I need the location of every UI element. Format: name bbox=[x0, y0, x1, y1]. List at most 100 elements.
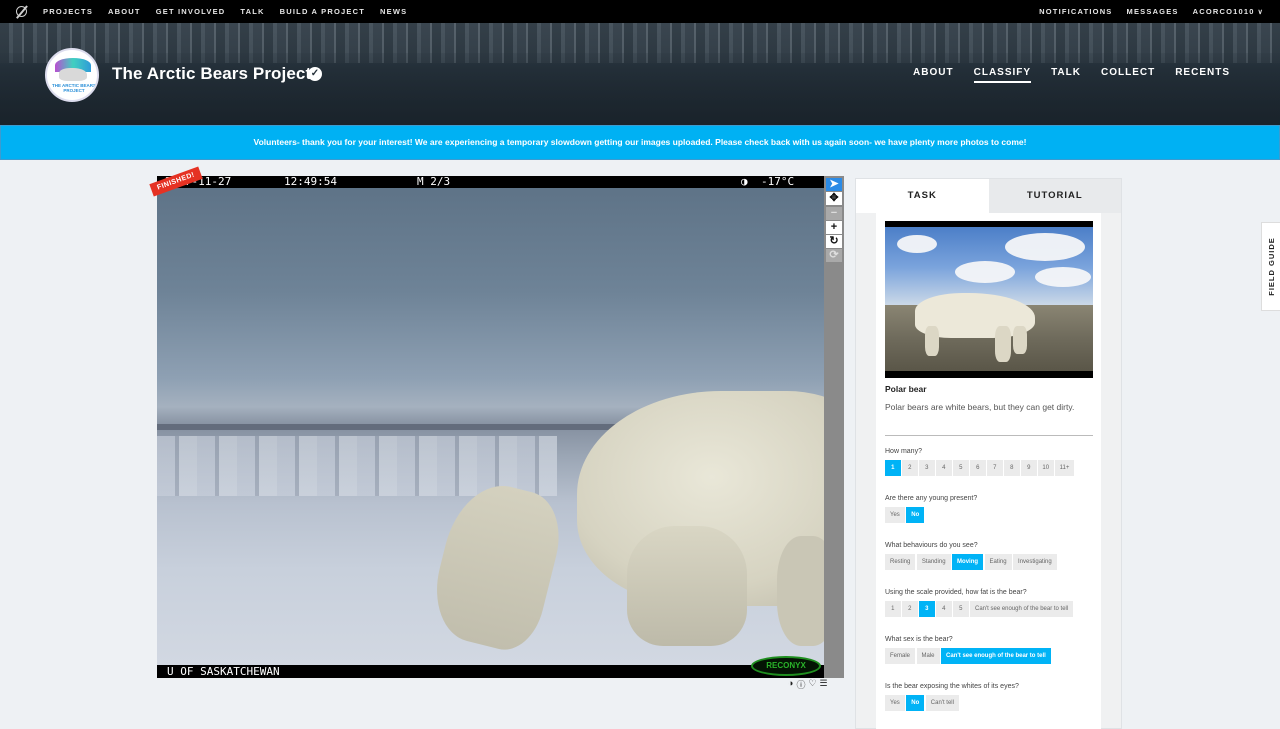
subject-viewer[interactable]: 2017-11-27 12:49:54 M 2/3 ◑ -17°C U OF S… bbox=[157, 176, 824, 678]
answer-button[interactable]: Investigating bbox=[1013, 554, 1057, 570]
answer-button[interactable]: 6 bbox=[970, 460, 986, 476]
zoom-in-icon[interactable]: + bbox=[826, 221, 842, 234]
answer-button[interactable]: Standing bbox=[916, 554, 951, 570]
subject-image bbox=[157, 186, 824, 666]
project-nav-about[interactable]: ABOUT bbox=[913, 67, 954, 83]
tab-task[interactable]: TASK bbox=[856, 179, 989, 213]
answer-button[interactable]: 7 bbox=[987, 460, 1003, 476]
answer-button[interactable]: 4 bbox=[936, 460, 952, 476]
avatar-text: THE ARCTIC BEARS PROJECT bbox=[51, 83, 97, 93]
answer-button[interactable]: 5 bbox=[953, 460, 969, 476]
nav-get-involved[interactable]: GET INVOLVED bbox=[156, 7, 226, 16]
moon-phase-icon: ◑ bbox=[741, 176, 748, 188]
rotate-icon[interactable]: ↻ bbox=[826, 235, 842, 248]
answer-button[interactable]: 9 bbox=[1021, 460, 1037, 476]
answer-button[interactable]: Can't tell bbox=[925, 695, 959, 711]
task-panel: TASK TUTORIAL Polar bear Polar bears are… bbox=[855, 178, 1122, 729]
bear-logo-icon bbox=[59, 68, 87, 81]
reconyx-logo: RECONYX bbox=[751, 656, 821, 676]
species-description: Polar bears are white bears, but they ca… bbox=[885, 402, 1075, 412]
user-menu[interactable]: ACORCO1010 ∨ bbox=[1193, 7, 1264, 16]
nav-build-project[interactable]: BUILD A PROJECT bbox=[280, 7, 365, 16]
answer-button[interactable]: Yes bbox=[885, 507, 905, 523]
answer-button[interactable]: 10 bbox=[1038, 460, 1054, 476]
nav-news[interactable]: NEWS bbox=[380, 7, 407, 16]
task-tabs: TASK TUTORIAL bbox=[856, 179, 1121, 213]
question-behaviours: What behaviours do you see? bbox=[885, 542, 978, 549]
answer-button[interactable]: 8 bbox=[1004, 460, 1020, 476]
field-guide-label: FIELD GUIDE bbox=[1267, 237, 1276, 296]
camera-info-strip: 2017-11-27 12:49:54 M 2/3 ◑ -17°C bbox=[157, 176, 824, 188]
pan-icon[interactable]: ✥ bbox=[826, 192, 842, 205]
chevron-down-icon: ∨ bbox=[1257, 9, 1264, 16]
camera-temp: -17°C bbox=[761, 176, 795, 188]
project-nav-collect[interactable]: COLLECT bbox=[1101, 67, 1155, 83]
project-nav-talk[interactable]: TALK bbox=[1051, 67, 1081, 83]
nav-talk[interactable]: TALK bbox=[240, 7, 264, 16]
reset-icon[interactable]: ⟳ bbox=[826, 249, 842, 262]
answer-button[interactable]: Female bbox=[885, 648, 916, 664]
camera-time: 12:49:54 bbox=[284, 176, 337, 188]
answer-button[interactable]: 3 bbox=[919, 601, 935, 617]
camera-footer: U OF SASKATCHEWAN bbox=[167, 665, 280, 678]
user-name: ACORCO1010 bbox=[1192, 7, 1255, 16]
answers-eye-whites: Yes No Can't tell bbox=[885, 695, 960, 711]
answer-button[interactable]: Can't see enough of the bear to tell bbox=[970, 601, 1074, 617]
favorite-icon[interactable]: ♡ bbox=[808, 678, 816, 691]
camera-footer-strip: U OF SASKATCHEWAN bbox=[157, 665, 824, 678]
answer-button[interactable]: 3 bbox=[919, 460, 935, 476]
project-nav-classify[interactable]: CLASSIFY bbox=[973, 67, 1032, 83]
answer-button[interactable]: Yes bbox=[885, 695, 905, 711]
question-young-present: Are there any young present? bbox=[885, 495, 978, 502]
zooniverse-logo-icon[interactable] bbox=[15, 4, 29, 19]
project-nav-recents[interactable]: RECENTS bbox=[1175, 67, 1230, 83]
zoom-out-icon[interactable]: − bbox=[826, 207, 842, 220]
question-fatness: Using the scale provided, how fat is the… bbox=[885, 589, 1027, 596]
viewer-toolbar: ➤ ✥ − + ↻ ⟳ bbox=[824, 176, 844, 678]
answer-button[interactable]: Moving bbox=[952, 554, 984, 570]
divider bbox=[885, 435, 1093, 436]
answer-button[interactable]: 1 bbox=[885, 601, 901, 617]
project-nav: ABOUT CLASSIFY TALK COLLECT RECENTS bbox=[893, 67, 1230, 83]
question-how-many: How many? bbox=[885, 448, 922, 455]
invert-icon[interactable]: ◑ bbox=[788, 678, 793, 691]
answers-young-present: Yes No bbox=[885, 507, 926, 523]
answers-sex: Female Male Can't see enough of the bear t… bbox=[885, 648, 1052, 664]
answers-how-many: 1 2 3 4 5 6 7 8 9 10 11+ bbox=[885, 460, 1076, 476]
nav-notifications[interactable]: NOTIFICATIONS bbox=[1039, 7, 1112, 16]
answer-button[interactable]: No bbox=[906, 507, 925, 523]
subject-actions: ◑ ⓘ ♡ ☰ bbox=[788, 678, 828, 691]
answer-button[interactable]: Eating bbox=[984, 554, 1012, 570]
species-example-image bbox=[885, 221, 1093, 378]
answer-button[interactable]: 2 bbox=[902, 601, 918, 617]
project-avatar[interactable]: THE ARCTIC BEARS PROJECT bbox=[45, 48, 99, 102]
nav-messages[interactable]: MESSAGES bbox=[1127, 7, 1179, 16]
answer-button[interactable]: 5 bbox=[953, 601, 969, 617]
project-title[interactable]: The Arctic Bears Project bbox=[112, 64, 311, 84]
project-header: THE ARCTIC BEARS PROJECT The Arctic Bear… bbox=[0, 23, 1280, 125]
camera-frame: M 2/3 bbox=[417, 176, 451, 188]
answer-button[interactable]: 1 bbox=[885, 460, 901, 476]
question-eye-whites: Is the bear exposing the whites of its e… bbox=[885, 683, 1019, 690]
answer-button[interactable]: 4 bbox=[936, 601, 952, 617]
nav-projects[interactable]: PROJECTS bbox=[43, 7, 93, 16]
tab-tutorial[interactable]: TUTORIAL bbox=[988, 179, 1121, 213]
answer-button[interactable]: Male bbox=[916, 648, 940, 664]
answer-button[interactable]: 11+ bbox=[1055, 460, 1074, 476]
verified-icon: ✓ bbox=[308, 67, 322, 81]
answers-behaviours: Resting Standing Moving Eating Investigating bbox=[885, 554, 1058, 570]
answer-button[interactable]: Resting bbox=[885, 554, 916, 570]
species-name: Polar bear bbox=[885, 384, 927, 394]
announcement-banner: Volunteers- thank you for your interest!… bbox=[0, 125, 1280, 160]
answer-button[interactable]: Can't see enough of the bear to tell bbox=[941, 648, 1051, 664]
metadata-icon[interactable]: ⓘ bbox=[796, 678, 805, 691]
pointer-icon[interactable]: ➤ bbox=[826, 178, 842, 191]
nav-about[interactable]: ABOUT bbox=[108, 7, 141, 16]
answers-fatness: 1 2 3 4 5 Can't see enough of the bear to tel… bbox=[885, 601, 1075, 617]
answer-button[interactable]: 2 bbox=[902, 460, 918, 476]
species-details: Polar bear Polar bears are white bears, … bbox=[876, 213, 1101, 729]
collections-icon[interactable]: ☰ bbox=[820, 678, 828, 691]
site-nav: PROJECTS ABOUT GET INVOLVED TALK BUILD A… bbox=[0, 0, 1280, 23]
field-guide-tab[interactable]: FIELD GUIDE bbox=[1261, 222, 1280, 311]
answer-button[interactable]: No bbox=[906, 695, 925, 711]
